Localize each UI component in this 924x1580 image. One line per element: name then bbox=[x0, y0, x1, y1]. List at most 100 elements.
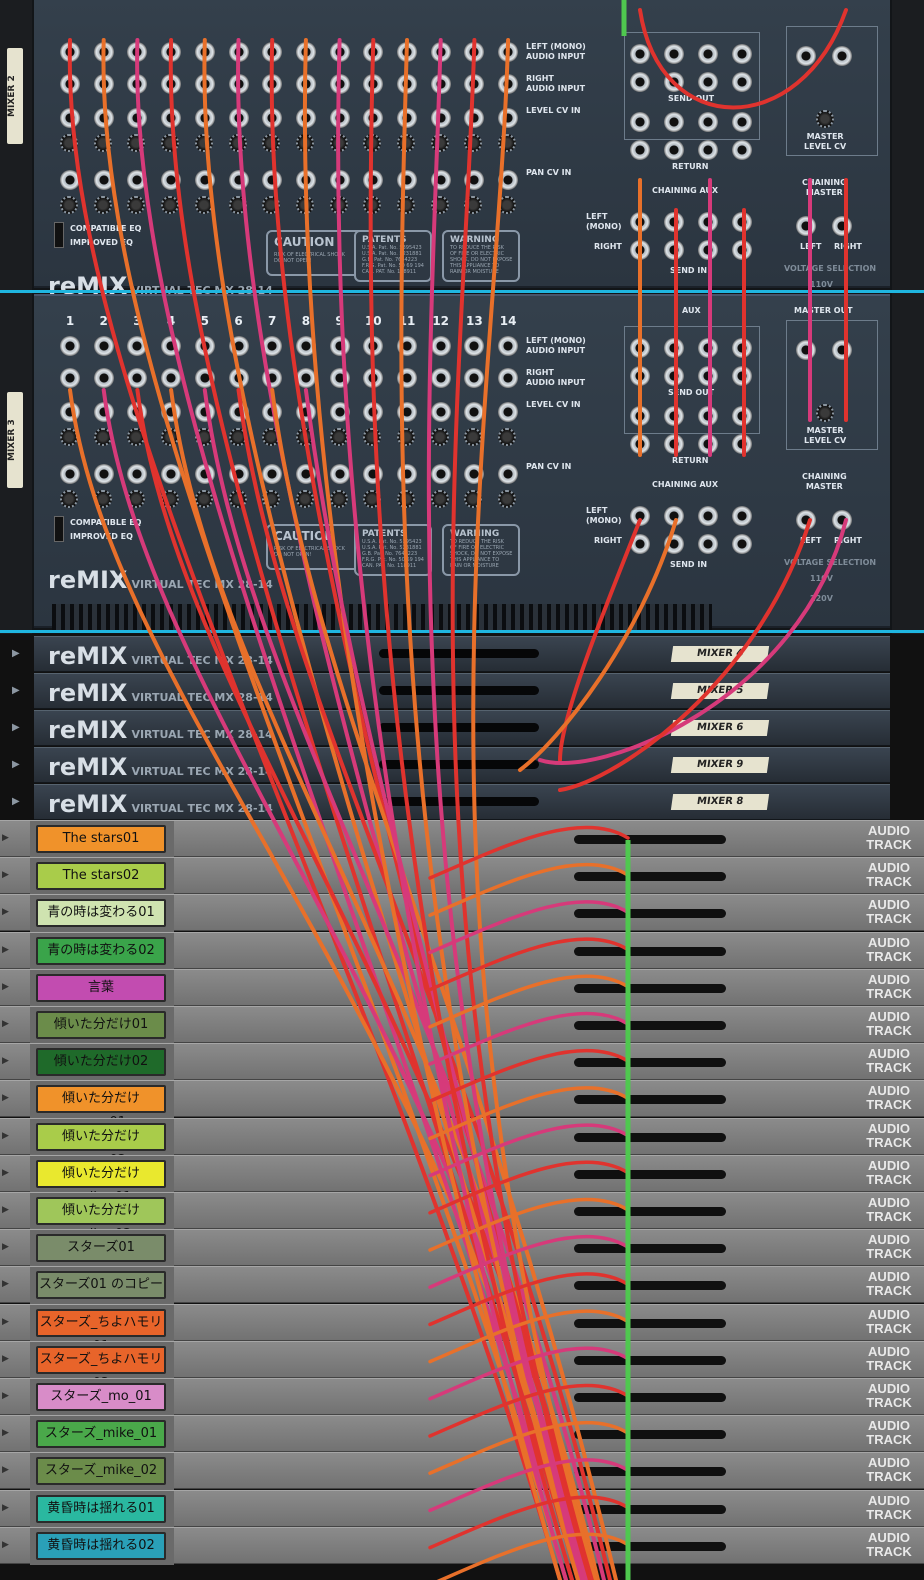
input-jack[interactable] bbox=[498, 74, 519, 94]
input-jack[interactable] bbox=[228, 336, 249, 356]
audio-track-row[interactable]: ▶ 青の時は変わる01 AUDIO TRACK bbox=[0, 894, 924, 933]
folded-mixer[interactable]: reMIX VIRTUAL TEC MX 28-14 MIXER 5 bbox=[34, 673, 890, 709]
send-jack[interactable] bbox=[664, 434, 684, 454]
input-jack[interactable] bbox=[464, 336, 485, 356]
audio-track-row[interactable]: ▶ The stars02 AUDIO TRACK bbox=[0, 857, 924, 896]
send-jack[interactable] bbox=[698, 240, 718, 260]
expand-arrow-icon[interactable]: ▶ bbox=[2, 1317, 9, 1327]
input-jack[interactable] bbox=[194, 336, 215, 356]
input-jack[interactable] bbox=[127, 336, 148, 356]
input-jack[interactable] bbox=[397, 368, 417, 388]
input-jack[interactable] bbox=[363, 108, 384, 128]
folded-mixer[interactable]: reMIX VIRTUAL TEC MX 28-14 MIXER 4 bbox=[34, 636, 890, 672]
input-jack[interactable] bbox=[194, 464, 215, 484]
track-name-label[interactable]: 黄昏時は揺れる02 bbox=[36, 1531, 166, 1560]
send-jack[interactable] bbox=[630, 406, 650, 426]
channel-knob[interactable] bbox=[161, 196, 180, 214]
mixer-name-tag[interactable]: MIXER 5 bbox=[670, 683, 770, 699]
input-jack[interactable] bbox=[161, 74, 182, 94]
input-jack[interactable] bbox=[93, 108, 114, 128]
input-jack[interactable] bbox=[295, 464, 316, 484]
channel-knob[interactable] bbox=[194, 490, 213, 508]
send-jack[interactable] bbox=[630, 434, 650, 454]
input-jack[interactable] bbox=[93, 336, 114, 356]
input-jack[interactable] bbox=[60, 336, 80, 356]
audio-track-row[interactable]: ▶ 傾いた分だけ_mo_01 AUDIO TRACK bbox=[0, 1080, 924, 1130]
send-jack[interactable] bbox=[630, 240, 650, 260]
master-jack[interactable] bbox=[796, 46, 816, 66]
channel-knob[interactable] bbox=[464, 490, 483, 508]
input-jack[interactable] bbox=[228, 402, 249, 422]
input-jack[interactable] bbox=[262, 368, 283, 388]
input-jack[interactable] bbox=[397, 42, 417, 62]
send-jack[interactable] bbox=[698, 366, 718, 386]
track-name-label[interactable]: スターズ_mo_01 bbox=[36, 1383, 166, 1411]
channel-knob[interactable] bbox=[430, 134, 449, 152]
track-name-label[interactable]: 傾いた分だけ_mike_02 bbox=[36, 1197, 166, 1242]
channel-knob[interactable] bbox=[127, 196, 146, 214]
expand-arrow-icon[interactable]: ▶ bbox=[2, 1131, 9, 1141]
input-jack[interactable] bbox=[194, 402, 215, 422]
input-jack[interactable] bbox=[430, 368, 451, 388]
expand-arrow-icon[interactable]: ▶ bbox=[2, 1242, 9, 1252]
input-jack[interactable] bbox=[93, 464, 114, 484]
eq-mode-switch[interactable] bbox=[54, 516, 64, 542]
folded-mixer[interactable]: reMIX VIRTUAL TEC MX 28-14 MIXER 9 bbox=[34, 747, 890, 783]
input-jack[interactable] bbox=[60, 368, 80, 388]
channel-knob[interactable] bbox=[329, 490, 348, 508]
mixer-name-tag[interactable]: MIXER 9 bbox=[670, 757, 770, 773]
input-jack[interactable] bbox=[464, 170, 485, 190]
channel-knob[interactable] bbox=[60, 428, 78, 446]
expand-arrow-icon[interactable]: ▶ bbox=[2, 833, 9, 843]
input-jack[interactable] bbox=[363, 170, 384, 190]
input-jack[interactable] bbox=[295, 336, 316, 356]
channel-knob[interactable] bbox=[93, 490, 112, 508]
send-jack[interactable] bbox=[732, 240, 752, 260]
channel-knob[interactable] bbox=[430, 428, 449, 446]
mixer-name-tag[interactable]: MIXER 6 bbox=[670, 720, 770, 736]
master-jack[interactable] bbox=[832, 216, 852, 236]
input-jack[interactable] bbox=[498, 42, 519, 62]
channel-knob[interactable] bbox=[397, 428, 415, 446]
input-jack[interactable] bbox=[60, 74, 80, 94]
input-jack[interactable] bbox=[60, 42, 80, 62]
input-jack[interactable] bbox=[430, 74, 451, 94]
channel-knob[interactable] bbox=[329, 428, 348, 446]
input-jack[interactable] bbox=[464, 368, 485, 388]
channel-knob[interactable] bbox=[295, 428, 314, 446]
send-jack[interactable] bbox=[732, 434, 752, 454]
expand-arrow-icon[interactable]: ▶ bbox=[12, 796, 20, 807]
expand-arrow-icon[interactable]: ▶ bbox=[12, 722, 20, 733]
send-jack[interactable] bbox=[732, 212, 752, 232]
audio-track-row[interactable]: ▶ スターズ_mike_02 AUDIO TRACK bbox=[0, 1452, 924, 1491]
input-jack[interactable] bbox=[194, 42, 215, 62]
send-jack[interactable] bbox=[732, 72, 752, 92]
eq-mode-switch[interactable] bbox=[54, 222, 64, 248]
channel-knob[interactable] bbox=[93, 428, 112, 446]
channel-knob[interactable] bbox=[161, 490, 180, 508]
input-jack[interactable] bbox=[93, 368, 114, 388]
channel-knob[interactable] bbox=[464, 196, 483, 214]
input-jack[interactable] bbox=[161, 368, 182, 388]
input-jack[interactable] bbox=[127, 74, 148, 94]
channel-knob[interactable] bbox=[228, 490, 247, 508]
input-jack[interactable] bbox=[397, 336, 417, 356]
input-jack[interactable] bbox=[430, 402, 451, 422]
audio-track-row[interactable]: ▶ 黄昏時は揺れる02 AUDIO TRACK bbox=[0, 1526, 924, 1565]
channel-knob[interactable] bbox=[93, 134, 112, 152]
input-jack[interactable] bbox=[329, 402, 350, 422]
master-jack[interactable] bbox=[832, 46, 852, 66]
input-jack[interactable] bbox=[498, 170, 519, 190]
input-jack[interactable] bbox=[295, 74, 316, 94]
expand-arrow-icon[interactable]: ▶ bbox=[2, 1503, 9, 1513]
track-name-label[interactable]: スターズ_mike_02 bbox=[36, 1457, 166, 1486]
master-jack[interactable] bbox=[796, 510, 816, 530]
input-jack[interactable] bbox=[262, 464, 283, 484]
track-name-label[interactable]: スターズ_ちよハモリ02 bbox=[36, 1345, 166, 1391]
send-jack[interactable] bbox=[630, 140, 650, 160]
expand-arrow-icon[interactable]: ▶ bbox=[2, 907, 9, 917]
input-jack[interactable] bbox=[228, 368, 249, 388]
audio-track-row[interactable]: ▶ 傾いた分だけ02 AUDIO TRACK bbox=[0, 1043, 924, 1082]
expand-arrow-icon[interactable]: ▶ bbox=[2, 1391, 9, 1401]
folded-mixer[interactable]: reMIX VIRTUAL TEC MX 28-14 MIXER 8 bbox=[34, 784, 890, 820]
